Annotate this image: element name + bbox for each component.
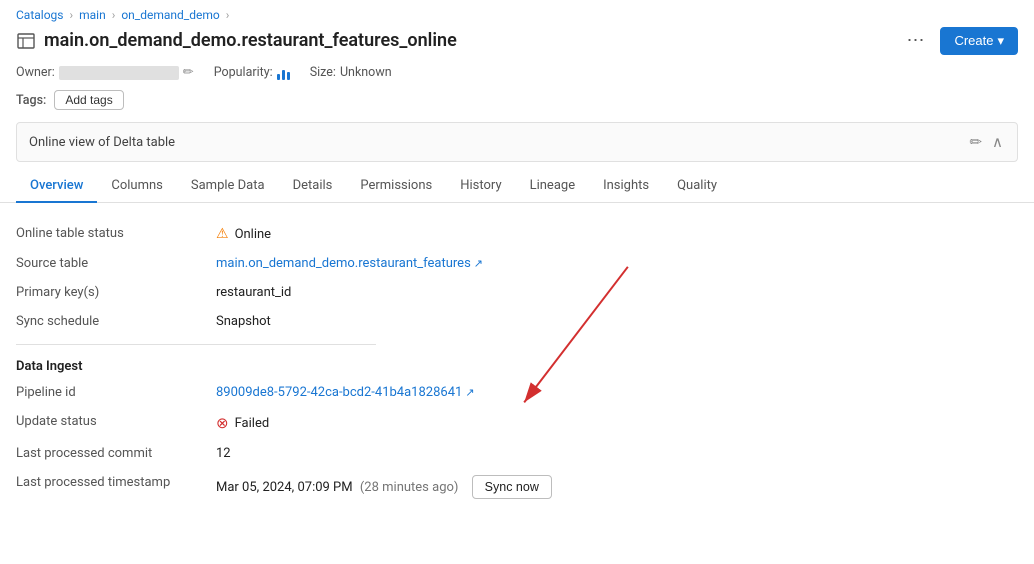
data-ingest-table: Pipeline id 89009de8-5792-42ca-bcd2-41b4… <box>16 378 1018 506</box>
tab-details[interactable]: Details <box>279 170 347 203</box>
breadcrumb-on-demand-demo[interactable]: on_demand_demo <box>121 8 219 22</box>
description-edit-button[interactable]: ✏ <box>967 131 984 153</box>
create-chevron: ▾ <box>997 33 1004 49</box>
pipeline-id-label: Pipeline id <box>16 378 216 407</box>
online-table-status-label: Online table status <box>16 219 216 249</box>
sync-schedule-value: Snapshot <box>216 307 1018 336</box>
tabs-bar: Overview Columns Sample Data Details Per… <box>0 170 1034 203</box>
data-ingest-title: Data Ingest <box>16 353 1018 378</box>
description-text: Online view of Delta table <box>29 135 175 150</box>
tab-quality[interactable]: Quality <box>663 170 731 203</box>
source-table-label: Source table <box>16 249 216 278</box>
last-processed-commit-value: 12 <box>216 439 1018 468</box>
table-row: Source table main.on_demand_demo.restaur… <box>16 249 1018 278</box>
pipeline-external-link-icon: ↗ <box>465 386 474 399</box>
timestamp-ago: (28 minutes ago) <box>360 480 459 495</box>
table-row: Update status ⊗ Failed <box>16 407 1018 439</box>
breadcrumb-sep1: › <box>69 8 73 22</box>
table-icon <box>16 31 36 51</box>
tab-sample-data[interactable]: Sample Data <box>177 170 279 203</box>
owner-edit-icon[interactable]: ✏ <box>183 65 194 80</box>
update-status-value: ⊗ Failed <box>216 414 1018 432</box>
sync-schedule-label: Sync schedule <box>16 307 216 336</box>
create-button[interactable]: Create ▾ <box>940 27 1018 55</box>
source-table-link[interactable]: main.on_demand_demo.restaurant_features … <box>216 256 483 271</box>
description-box: Online view of Delta table ✏ ∧ <box>16 122 1018 162</box>
tab-permissions[interactable]: Permissions <box>346 170 446 203</box>
update-status-label: Update status <box>16 407 216 439</box>
tab-insights[interactable]: Insights <box>589 170 663 203</box>
external-link-icon: ↗ <box>474 257 483 270</box>
last-processed-timestamp-value: Mar 05, 2024, 07:09 PM <box>216 480 353 495</box>
last-processed-timestamp-label: Last processed timestamp <box>16 468 216 506</box>
breadcrumb-sep3: › <box>226 8 230 22</box>
page-title: main.on_demand_demo.restaurant_features_… <box>44 30 457 51</box>
create-label: Create <box>954 33 993 48</box>
tab-overview[interactable]: Overview <box>16 170 97 203</box>
table-row: Last processed commit 12 <box>16 439 1018 468</box>
description-collapse-button[interactable]: ∧ <box>990 131 1005 153</box>
meta-row: Owner: ✏ Popularity: Size: Unknown <box>0 63 1034 86</box>
tags-label: Tags: <box>16 93 46 108</box>
section-divider <box>16 344 376 345</box>
last-processed-commit-label: Last processed commit <box>16 439 216 468</box>
tags-row: Tags: Add tags <box>0 86 1034 118</box>
tab-history[interactable]: History <box>446 170 515 203</box>
sync-now-button[interactable]: Sync now <box>472 475 552 499</box>
breadcrumb: Catalogs › main › on_demand_demo › <box>16 8 229 22</box>
tab-columns[interactable]: Columns <box>97 170 177 203</box>
primary-keys-label: Primary key(s) <box>16 278 216 307</box>
tab-lineage[interactable]: Lineage <box>516 170 590 203</box>
size-value: Unknown <box>340 65 392 80</box>
info-table: Online table status ⚠ Online Source tabl… <box>16 219 1018 336</box>
warning-icon: ⚠ <box>216 226 229 242</box>
table-row: Pipeline id 89009de8-5792-42ca-bcd2-41b4… <box>16 378 1018 407</box>
breadcrumb-sep2: › <box>112 8 116 22</box>
table-row: Last processed timestamp Mar 05, 2024, 0… <box>16 468 1018 506</box>
owner-label: Owner: <box>16 65 55 80</box>
table-row: Sync schedule Snapshot <box>16 307 1018 336</box>
owner-value <box>59 66 179 80</box>
size-label: Size: <box>310 65 336 80</box>
breadcrumb-catalogs[interactable]: Catalogs <box>16 8 63 22</box>
table-row: Online table status ⚠ Online <box>16 219 1018 249</box>
primary-keys-value: restaurant_id <box>216 278 1018 307</box>
popularity-label: Popularity: <box>214 65 273 80</box>
more-options-button[interactable]: ⋯ <box>898 26 932 55</box>
pipeline-id-link[interactable]: 89009de8-5792-42ca-bcd2-41b4a1828641 ↗ <box>216 385 475 400</box>
add-tags-button[interactable]: Add tags <box>54 90 123 110</box>
table-row: Primary key(s) restaurant_id <box>16 278 1018 307</box>
online-table-status-value: ⚠ Online <box>216 226 1018 242</box>
failed-icon: ⊗ <box>216 414 229 432</box>
overview-content: Online table status ⚠ Online Source tabl… <box>0 203 1034 522</box>
breadcrumb-main[interactable]: main <box>79 8 106 22</box>
popularity-bars <box>277 66 290 80</box>
